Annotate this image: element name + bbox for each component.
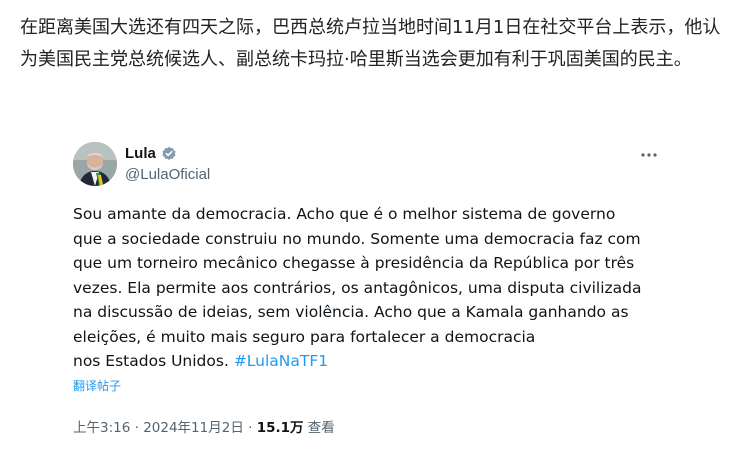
tweet-text-line: vezes. Ela permite aos contrários, os an… bbox=[73, 278, 642, 297]
tweet-text-line: Sou amante da democracia. Acho que é o m… bbox=[73, 205, 616, 223]
avatar[interactable] bbox=[73, 142, 117, 186]
verified-badge-icon bbox=[161, 146, 177, 162]
tweet-date[interactable]: 2024年11月2日 bbox=[143, 420, 244, 436]
tweet-text-line: na discussão de ideias, sem violência. A… bbox=[73, 303, 629, 321]
author-handle[interactable]: @LulaOficial bbox=[125, 166, 210, 183]
views-label: 查看 bbox=[303, 420, 335, 436]
more-horizontal-icon bbox=[641, 153, 657, 157]
tweet-text-line: que um torneiro mecânico chegasse à pres… bbox=[73, 254, 635, 272]
author-name[interactable]: Lula bbox=[125, 145, 156, 162]
embedded-tweet[interactable]: Lula @LulaOficial Sou amante da democrac… bbox=[58, 126, 678, 460]
translate-post-link[interactable]: 翻译帖子 bbox=[73, 377, 121, 394]
article-paragraph: 在距离美国大选还有四天之际，巴西总统卢拉当地时间11月1日在社交平台上表示，他认… bbox=[20, 17, 721, 70]
tweet-text: Sou amante da democracia. Acho que é o m… bbox=[73, 202, 671, 374]
tweet-time[interactable]: 上午3:16 bbox=[73, 420, 130, 436]
hashtag-link[interactable]: #LulaNaTF1 bbox=[234, 352, 328, 370]
tweet-text-line: que a sociedade construiu no mundo. Some… bbox=[73, 229, 641, 248]
meta-separator: · bbox=[243, 420, 257, 436]
avatar-portrait-icon bbox=[73, 142, 117, 186]
meta-separator: · bbox=[130, 420, 144, 436]
tweet-text-line: eleições, é muito mais seguro para forta… bbox=[73, 327, 536, 346]
more-options-button[interactable] bbox=[638, 144, 660, 166]
tweet-text-line: nos Estados Unidos. bbox=[73, 352, 234, 370]
tweet-metadata: 上午3:16 · 2024年11月2日 · 15.1万 查看 bbox=[73, 416, 335, 436]
views-count: 15.1万 bbox=[256, 420, 304, 436]
